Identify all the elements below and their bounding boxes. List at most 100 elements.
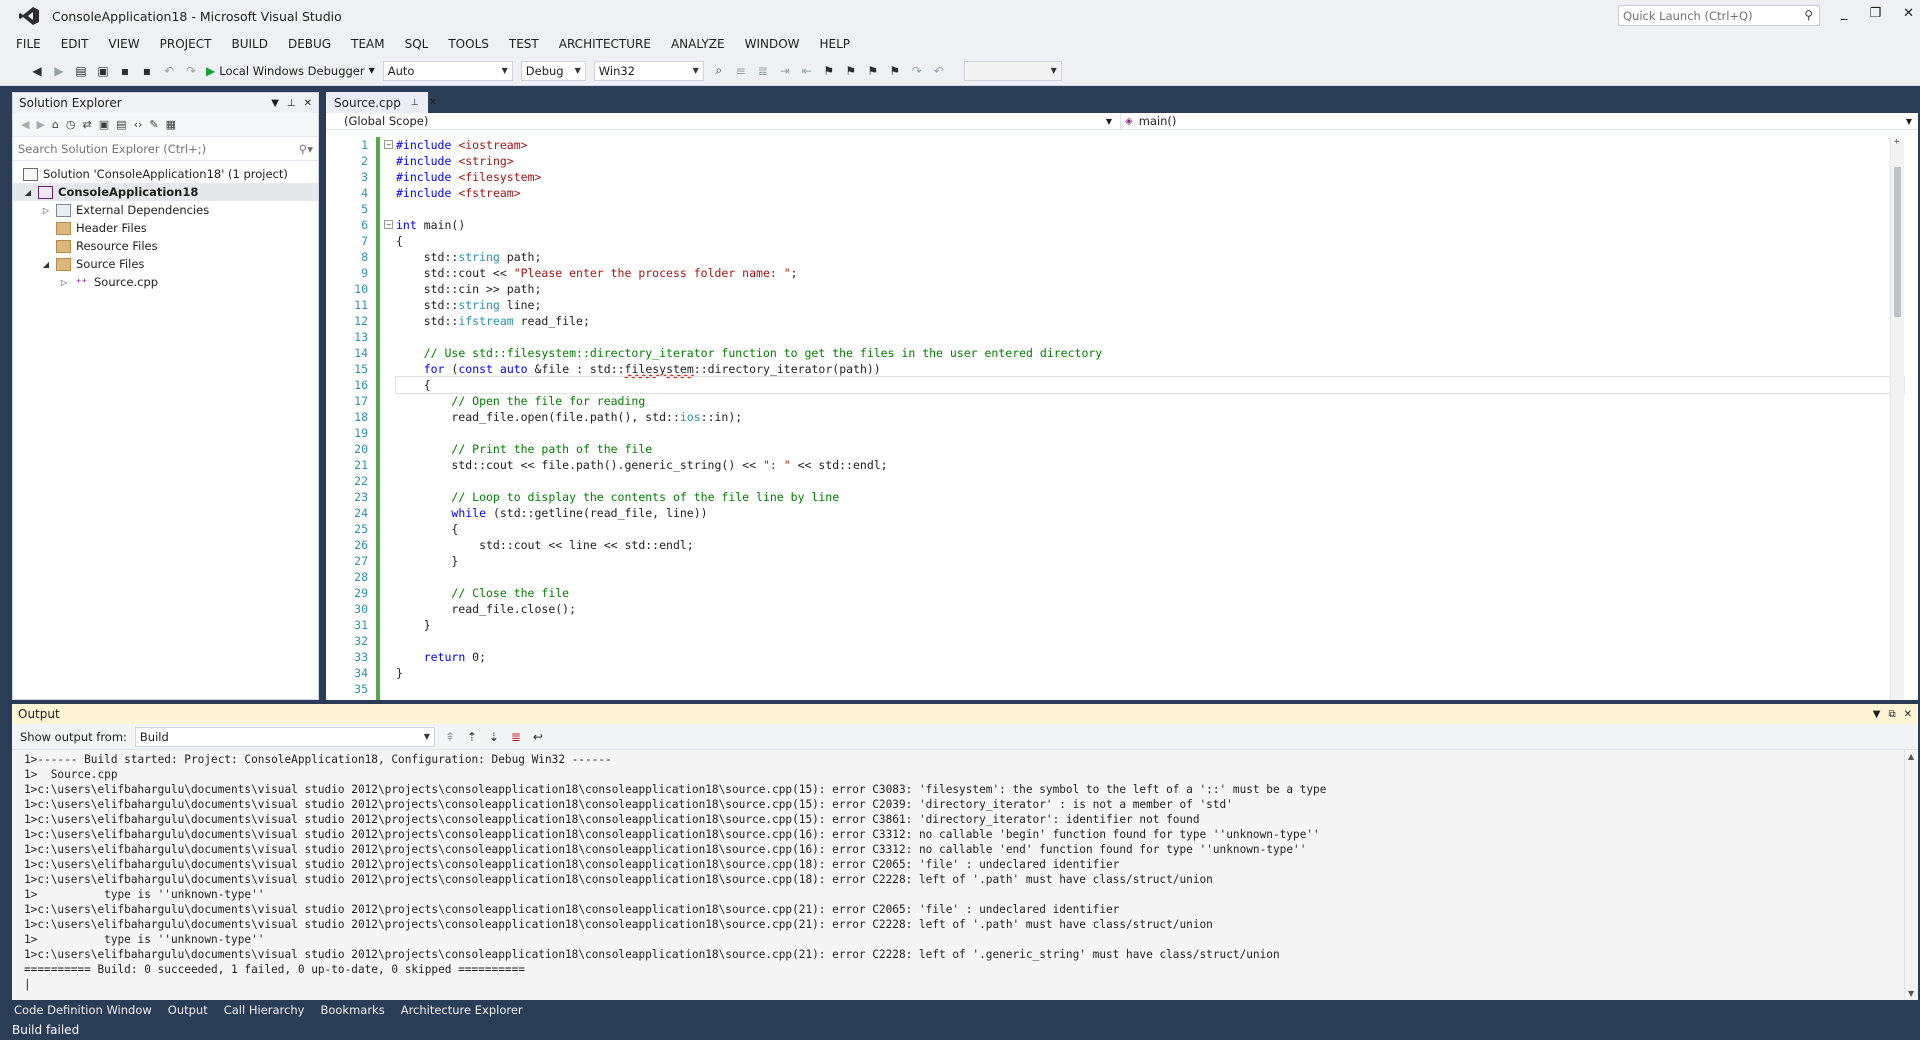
find-prev-icon[interactable]: ↶ (932, 64, 946, 78)
output-vertical-scrollbar[interactable]: ▲ ▼ (1904, 750, 1918, 1000)
save-all-icon[interactable]: ▪ (140, 64, 154, 78)
chevron-down-icon[interactable]: ▼ (271, 98, 279, 109)
back-icon[interactable]: ◀ (21, 118, 29, 131)
scroll-down-icon[interactable]: ▼ (1908, 989, 1914, 998)
next-bookmark-icon[interactable]: ⚑ (866, 64, 880, 78)
tab-code-definition-window[interactable]: Code Definition Window (14, 1003, 152, 1017)
scroll-up-icon[interactable]: ▲ (1908, 752, 1914, 761)
code-area[interactable]: 1 2 3 4 5 6 7 8 9 10 11 12 13 14 15 16 17 18 19 20 21 22 23 24 2… (326, 137, 1905, 700)
collapse-all-icon[interactable]: ▣ (99, 118, 109, 131)
expanded-arrow-icon[interactable]: ◢ (23, 188, 33, 197)
menu-project[interactable]: PROJECT (160, 37, 212, 51)
go-to-line-icon[interactable]: ⇞ (443, 730, 457, 744)
tree-item-source-cpp[interactable]: ▷ ⁺⁺ Source.cpp (13, 273, 318, 291)
tab-call-hierarchy[interactable]: Call Hierarchy (224, 1003, 305, 1017)
back-icon[interactable]: ◀ (30, 64, 44, 78)
editor-vertical-scrollbar[interactable]: + (1890, 137, 1904, 700)
word-wrap-icon[interactable]: ↩ (531, 730, 545, 744)
chevron-down-icon[interactable]: ▼ (1873, 709, 1881, 720)
auto-dropdown[interactable]: Auto ▼ (382, 60, 513, 81)
expanded-arrow-icon[interactable]: ◢ (41, 260, 51, 269)
collapse-region-icon[interactable]: − (384, 140, 393, 149)
split-icon[interactable]: + (1894, 137, 1902, 147)
menu-view[interactable]: VIEW (108, 37, 139, 51)
tree-item-solution[interactable]: Solution 'ConsoleApplication18' (1 proje… (13, 165, 318, 183)
tab-source-cpp[interactable]: Source.cpp ⊥ ✕ (326, 92, 437, 113)
solution-search-input[interactable]: Search Solution Explorer (Ctrl+;) ⚲▾ (13, 137, 318, 161)
output-text[interactable]: 1>------ Build started: Project: Console… (12, 750, 1904, 1000)
scrollbar-thumb[interactable] (1894, 167, 1901, 317)
find-next-icon[interactable]: ↷ (910, 64, 924, 78)
view-code-icon[interactable]: ‹› (134, 118, 143, 131)
next-message-icon[interactable]: ⇣ (487, 730, 501, 744)
forward-icon[interactable]: ▶ (52, 64, 66, 78)
scope-dropdown[interactable]: (Global Scope) ▼ (326, 112, 1121, 130)
clear-all-icon[interactable]: ≣ (509, 730, 523, 744)
output-panel: Output ▼ ⧉ ✕ Show output from: Build ▼ ⇞ … (12, 704, 1918, 1000)
platform-dropdown[interactable]: Win32 ▼ (593, 60, 704, 81)
undo-icon[interactable]: ↶ (162, 64, 176, 78)
bookmark-icon[interactable]: ⚑ (822, 64, 836, 78)
save-icon[interactable]: ▪ (118, 64, 132, 78)
preview-icon[interactable]: ▦ (166, 118, 176, 131)
minimize-button[interactable]: _ (1841, 6, 1848, 21)
quick-launch-input[interactable]: Quick Launch (Ctrl+Q) ⚲ (1618, 5, 1820, 26)
restore-icon[interactable]: ⧉ (1888, 709, 1895, 720)
show-all-files-icon[interactable]: ▤ (116, 118, 126, 131)
prev-message-icon[interactable]: ⇡ (465, 730, 479, 744)
tab-bookmarks[interactable]: Bookmarks (320, 1003, 384, 1017)
forward-icon[interactable]: ▶ (36, 118, 44, 131)
menu-debug[interactable]: DEBUG (288, 37, 331, 51)
close-icon[interactable]: ✕ (304, 98, 312, 109)
find-icon[interactable]: ⌕ (712, 63, 726, 78)
output-source-dropdown[interactable]: Build ▼ (134, 726, 435, 747)
menu-edit[interactable]: EDIT (61, 37, 89, 51)
tab-output[interactable]: Output (168, 1003, 208, 1017)
tree-item-header-files[interactable]: Header Files (13, 219, 318, 237)
outdent-icon[interactable]: ⇤ (800, 64, 814, 78)
clear-bookmarks-icon[interactable]: ⚑ (888, 64, 902, 78)
close-tab-icon[interactable]: ✕ (429, 97, 437, 108)
menu-analyze[interactable]: ANALYZE (671, 37, 725, 51)
menu-test[interactable]: TEST (509, 37, 539, 51)
home-icon[interactable]: ⌂ (52, 118, 59, 131)
new-project-icon[interactable]: ▤ (74, 64, 88, 78)
menu-tools[interactable]: TOOLS (448, 37, 489, 51)
collapse-region-icon[interactable]: − (384, 220, 393, 229)
collapsed-arrow-icon[interactable]: ▷ (59, 278, 69, 287)
configuration-dropdown[interactable]: Debug ▼ (520, 60, 586, 81)
collapsed-arrow-icon[interactable]: ▷ (41, 206, 51, 215)
maximize-button[interactable]: ❐ (1869, 6, 1881, 21)
uncomment-icon[interactable]: ≣ (756, 64, 770, 78)
menu-architecture[interactable]: ARCHITECTURE (559, 37, 651, 51)
tree-item-source-files[interactable]: ◢ Source Files (13, 255, 318, 273)
solution-explorer-header: Solution Explorer ▼ ⊥ ✕ (13, 93, 318, 113)
close-window-button[interactable]: ✕ (1903, 6, 1914, 21)
tab-architecture-explorer[interactable]: Architecture Explorer (401, 1003, 523, 1017)
redo-icon[interactable]: ↷ (184, 64, 198, 78)
start-debugging-button[interactable]: ▶ Local Windows Debugger ▼ (206, 64, 375, 78)
pin-icon[interactable]: ⊥ (411, 98, 419, 108)
menu-help[interactable]: HELP (820, 37, 851, 51)
output-line: 1>c:\users\elifbahargulu\documents\visua… (24, 858, 1120, 871)
tree-item-resource-files[interactable]: Resource Files (13, 237, 318, 255)
indent-icon[interactable]: ⇥ (778, 64, 792, 78)
find-combo[interactable]: ▼ (963, 60, 1062, 81)
history-icon[interactable]: ◷ (66, 118, 76, 131)
tree-item-external-dependencies[interactable]: ▷ External Dependencies (13, 201, 318, 219)
menu-file[interactable]: FILE (16, 37, 41, 51)
menu-sql[interactable]: SQL (405, 37, 429, 51)
menu-team[interactable]: TEAM (351, 37, 384, 51)
member-dropdown[interactable]: ◈ main() ▼ (1121, 113, 1918, 130)
sync-icon[interactable]: ⇄ (83, 118, 92, 131)
close-icon[interactable]: ✕ (1904, 709, 1912, 720)
open-file-icon[interactable]: ▣ (96, 64, 110, 78)
comment-icon[interactable]: ≡ (734, 64, 748, 78)
menu-window[interactable]: WINDOW (745, 37, 800, 51)
menu-build[interactable]: BUILD (231, 37, 267, 51)
prev-bookmark-icon[interactable]: ⚑ (844, 64, 858, 78)
tree-item-project[interactable]: ◢ ConsoleApplication18 (13, 183, 318, 201)
properties-icon[interactable]: ✎ (149, 118, 158, 131)
pin-icon[interactable]: ⊥ (287, 98, 296, 109)
